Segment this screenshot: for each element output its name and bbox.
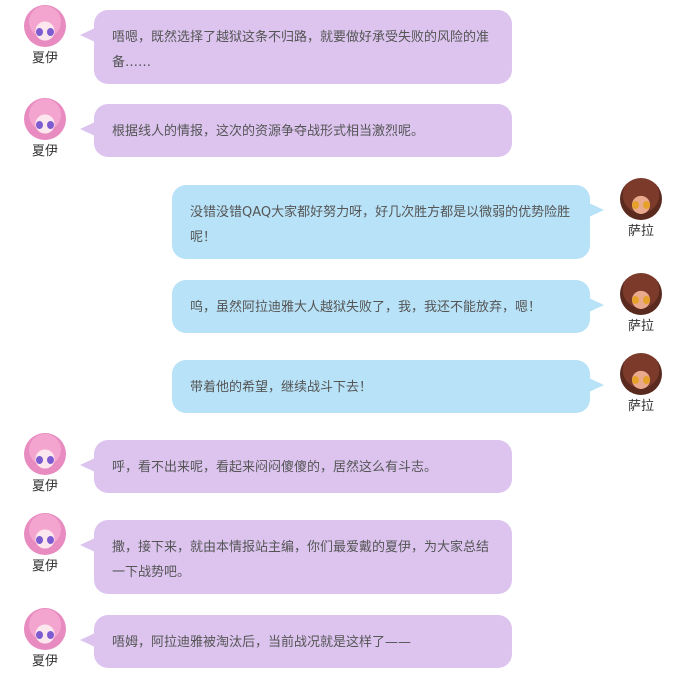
avatar bbox=[24, 5, 66, 47]
avatar bbox=[24, 98, 66, 140]
avatar bbox=[24, 513, 66, 555]
message-text: 唔姆，阿拉迪雅被淘汰后，当前战况就是这样了—— bbox=[112, 635, 412, 650]
message-text: 没错没错QAQ大家都好努力呀，好几次胜方都是以微弱的优势险胜呢！ bbox=[190, 205, 571, 245]
avatar bbox=[620, 178, 662, 220]
avatar-container: 夏伊 bbox=[21, 98, 69, 160]
speaker-name: 夏伊 bbox=[31, 479, 58, 494]
avatar bbox=[24, 433, 66, 475]
avatar-container: 夏伊 bbox=[21, 5, 69, 67]
chat-bubble: 呼，看不出来呢，看起来闷闷傻傻的，居然这么有斗志。 bbox=[80, 440, 512, 493]
chat-bubble: 撒，接下来，就由本情报站主编，你们最爱戴的夏伊，为大家总结一下战势吧。 bbox=[80, 520, 512, 594]
chat-bubble: 带着他的希望，继续战斗下去！ bbox=[172, 360, 604, 413]
speaker-name: 夏伊 bbox=[31, 654, 58, 669]
speaker-name: 夏伊 bbox=[31, 51, 58, 66]
message-text: 根据线人的情报，这次的资源争夺战形式相当激烈呢。 bbox=[112, 124, 425, 139]
avatar-container: 萨拉 bbox=[617, 353, 665, 415]
avatar-container: 萨拉 bbox=[617, 178, 665, 240]
chat-bubble: 唔姆，阿拉迪雅被淘汰后，当前战况就是这样了—— bbox=[80, 615, 512, 668]
speaker-name: 萨拉 bbox=[627, 224, 654, 239]
avatar bbox=[24, 608, 66, 650]
chat-bubble: 根据线人的情报，这次的资源争夺战形式相当激烈呢。 bbox=[80, 104, 512, 157]
speaker-name: 夏伊 bbox=[31, 144, 58, 159]
message-text: 呼，看不出来呢，看起来闷闷傻傻的，居然这么有斗志。 bbox=[112, 460, 438, 475]
avatar-container: 萨拉 bbox=[617, 273, 665, 335]
message-text: 唔嗯，既然选择了越狱这条不归路，就要做好承受失败的风险的准备…… bbox=[112, 30, 490, 70]
avatar-container: 夏伊 bbox=[21, 513, 69, 575]
chat-bubble: 唔嗯，既然选择了越狱这条不归路，就要做好承受失败的风险的准备…… bbox=[80, 10, 512, 84]
avatar bbox=[620, 273, 662, 315]
speaker-name: 萨拉 bbox=[627, 399, 654, 414]
avatar-container: 夏伊 bbox=[21, 608, 69, 670]
speaker-name: 萨拉 bbox=[627, 319, 654, 334]
message-text: 撒，接下来，就由本情报站主编，你们最爱戴的夏伊，为大家总结一下战势吧。 bbox=[112, 540, 490, 580]
avatar bbox=[620, 353, 662, 395]
chat-bubble: 呜，虽然阿拉迪雅大人越狱失败了，我，我还不能放弃，嗯！ bbox=[172, 280, 604, 333]
speaker-name: 夏伊 bbox=[31, 559, 58, 574]
message-text: 带着他的希望，继续战斗下去！ bbox=[190, 380, 373, 395]
avatar-container: 夏伊 bbox=[21, 433, 69, 495]
message-text: 呜，虽然阿拉迪雅大人越狱失败了，我，我还不能放弃，嗯！ bbox=[190, 300, 542, 315]
chat-bubble: 没错没错QAQ大家都好努力呀，好几次胜方都是以微弱的优势险胜呢！ bbox=[172, 185, 604, 259]
